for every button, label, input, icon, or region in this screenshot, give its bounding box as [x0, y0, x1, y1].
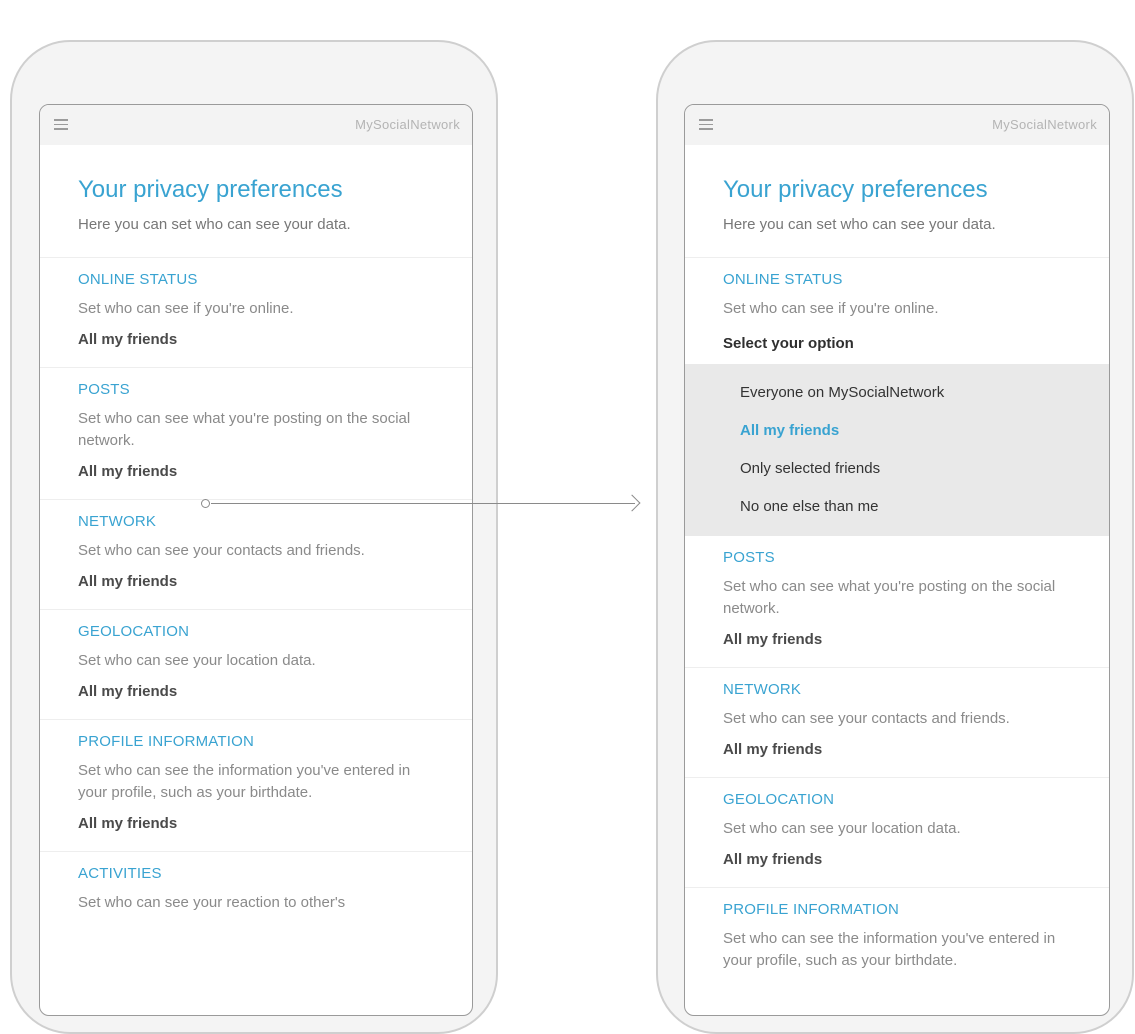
- section-online-status: ONLINE STATUS Set who can see if you're …: [40, 258, 472, 368]
- connector-line: [211, 503, 635, 504]
- section-activities: ACTIVITIES Set who can see your reaction…: [40, 852, 472, 914]
- option-only-selected-friends[interactable]: Only selected friends: [740, 450, 1109, 488]
- hamburger-menu-icon[interactable]: [699, 119, 713, 130]
- brand-name: MySocialNetwork: [992, 117, 1097, 132]
- section-title: ONLINE STATUS: [78, 271, 198, 288]
- phone-left: MySocialNetwork Your privacy preferences…: [10, 40, 498, 1034]
- section-value[interactable]: All my friends: [78, 462, 434, 482]
- option-all-my-friends[interactable]: All my friends: [740, 412, 1109, 450]
- section-desc: Set who can see the information you've e…: [723, 930, 1056, 969]
- section-desc: Set who can see your location data.: [78, 652, 316, 669]
- section-value[interactable]: All my friends: [78, 682, 434, 702]
- section-desc: Set who can see your reaction to other's: [78, 894, 346, 911]
- section-value[interactable]: All my friends: [78, 814, 434, 834]
- section-title: POSTS: [723, 549, 775, 566]
- section-profile-information: PROFILE INFORMATION Set who can see the …: [40, 720, 472, 852]
- section-value[interactable]: All my friends: [78, 330, 434, 350]
- option-no-one-else[interactable]: No one else than me: [740, 488, 1109, 526]
- section-profile-information: PROFILE INFORMATION Set who can see the …: [685, 888, 1109, 972]
- screen-left: MySocialNetwork Your privacy preferences…: [39, 104, 473, 1016]
- brand-name: MySocialNetwork: [355, 117, 460, 132]
- section-title: NETWORK: [78, 513, 157, 530]
- intro-text: Here you can set who can see your data.: [723, 216, 996, 233]
- section-title: PROFILE INFORMATION: [78, 733, 255, 750]
- section-title: PROFILE INFORMATION: [723, 901, 900, 918]
- select-option-label: Select your option: [723, 335, 854, 352]
- section-title: NETWORK: [723, 681, 802, 698]
- section-posts: POSTS Set who can see what you're postin…: [685, 536, 1109, 668]
- section-desc: Set who can see if you're online.: [78, 300, 294, 317]
- page-title: Your privacy preferences: [723, 176, 988, 203]
- section-title: ONLINE STATUS: [723, 271, 843, 288]
- section-value[interactable]: All my friends: [723, 850, 1071, 870]
- section-desc: Set who can see what you're posting on t…: [723, 578, 1056, 617]
- section-geolocation: GEOLOCATION Set who can see your locatio…: [685, 778, 1109, 888]
- section-value[interactable]: All my friends: [723, 630, 1071, 650]
- section-desc: Set who can see your contacts and friend…: [723, 710, 1010, 727]
- screen-right: MySocialNetwork Your privacy preferences…: [684, 104, 1110, 1016]
- section-network: NETWORK Set who can see your contacts an…: [40, 500, 472, 610]
- section-posts: POSTS Set who can see what you're postin…: [40, 368, 472, 500]
- section-desc: Set who can see what you're posting on t…: [78, 410, 411, 449]
- section-desc: Set who can see your location data.: [723, 820, 961, 837]
- page-title: Your privacy preferences: [78, 176, 343, 203]
- section-title: GEOLOCATION: [723, 791, 835, 808]
- section-title: POSTS: [78, 381, 130, 398]
- section-value[interactable]: All my friends: [78, 572, 434, 592]
- section-value[interactable]: All my friends: [723, 740, 1071, 760]
- section-desc: Set who can see the information you've e…: [78, 762, 411, 801]
- intro-text: Here you can set who can see your data.: [78, 216, 351, 233]
- section-geolocation: GEOLOCATION Set who can see your locatio…: [40, 610, 472, 720]
- option-everyone[interactable]: Everyone on MySocialNetwork: [740, 374, 1109, 412]
- section-desc: Set who can see if you're online.: [723, 300, 939, 317]
- section-network: NETWORK Set who can see your contacts an…: [685, 668, 1109, 778]
- top-bar: MySocialNetwork: [40, 105, 472, 145]
- connector-dot: [201, 499, 210, 508]
- section-desc: Set who can see your contacts and friend…: [78, 542, 365, 559]
- section-value-text: All my friends: [78, 463, 178, 480]
- arrow-head-icon: [623, 494, 641, 512]
- top-bar: MySocialNetwork: [685, 105, 1109, 145]
- section-online-status: ONLINE STATUS Set who can see if you're …: [685, 258, 1109, 536]
- phone-right: MySocialNetwork Your privacy preferences…: [656, 40, 1134, 1034]
- section-title: GEOLOCATION: [78, 623, 190, 640]
- intro: Your privacy preferences Here you can se…: [40, 145, 472, 258]
- hamburger-menu-icon[interactable]: [54, 119, 68, 130]
- option-dropdown: Everyone on MySocialNetwork All my frien…: [685, 364, 1109, 536]
- section-title: ACTIVITIES: [78, 865, 162, 882]
- intro: Your privacy preferences Here you can se…: [685, 145, 1109, 258]
